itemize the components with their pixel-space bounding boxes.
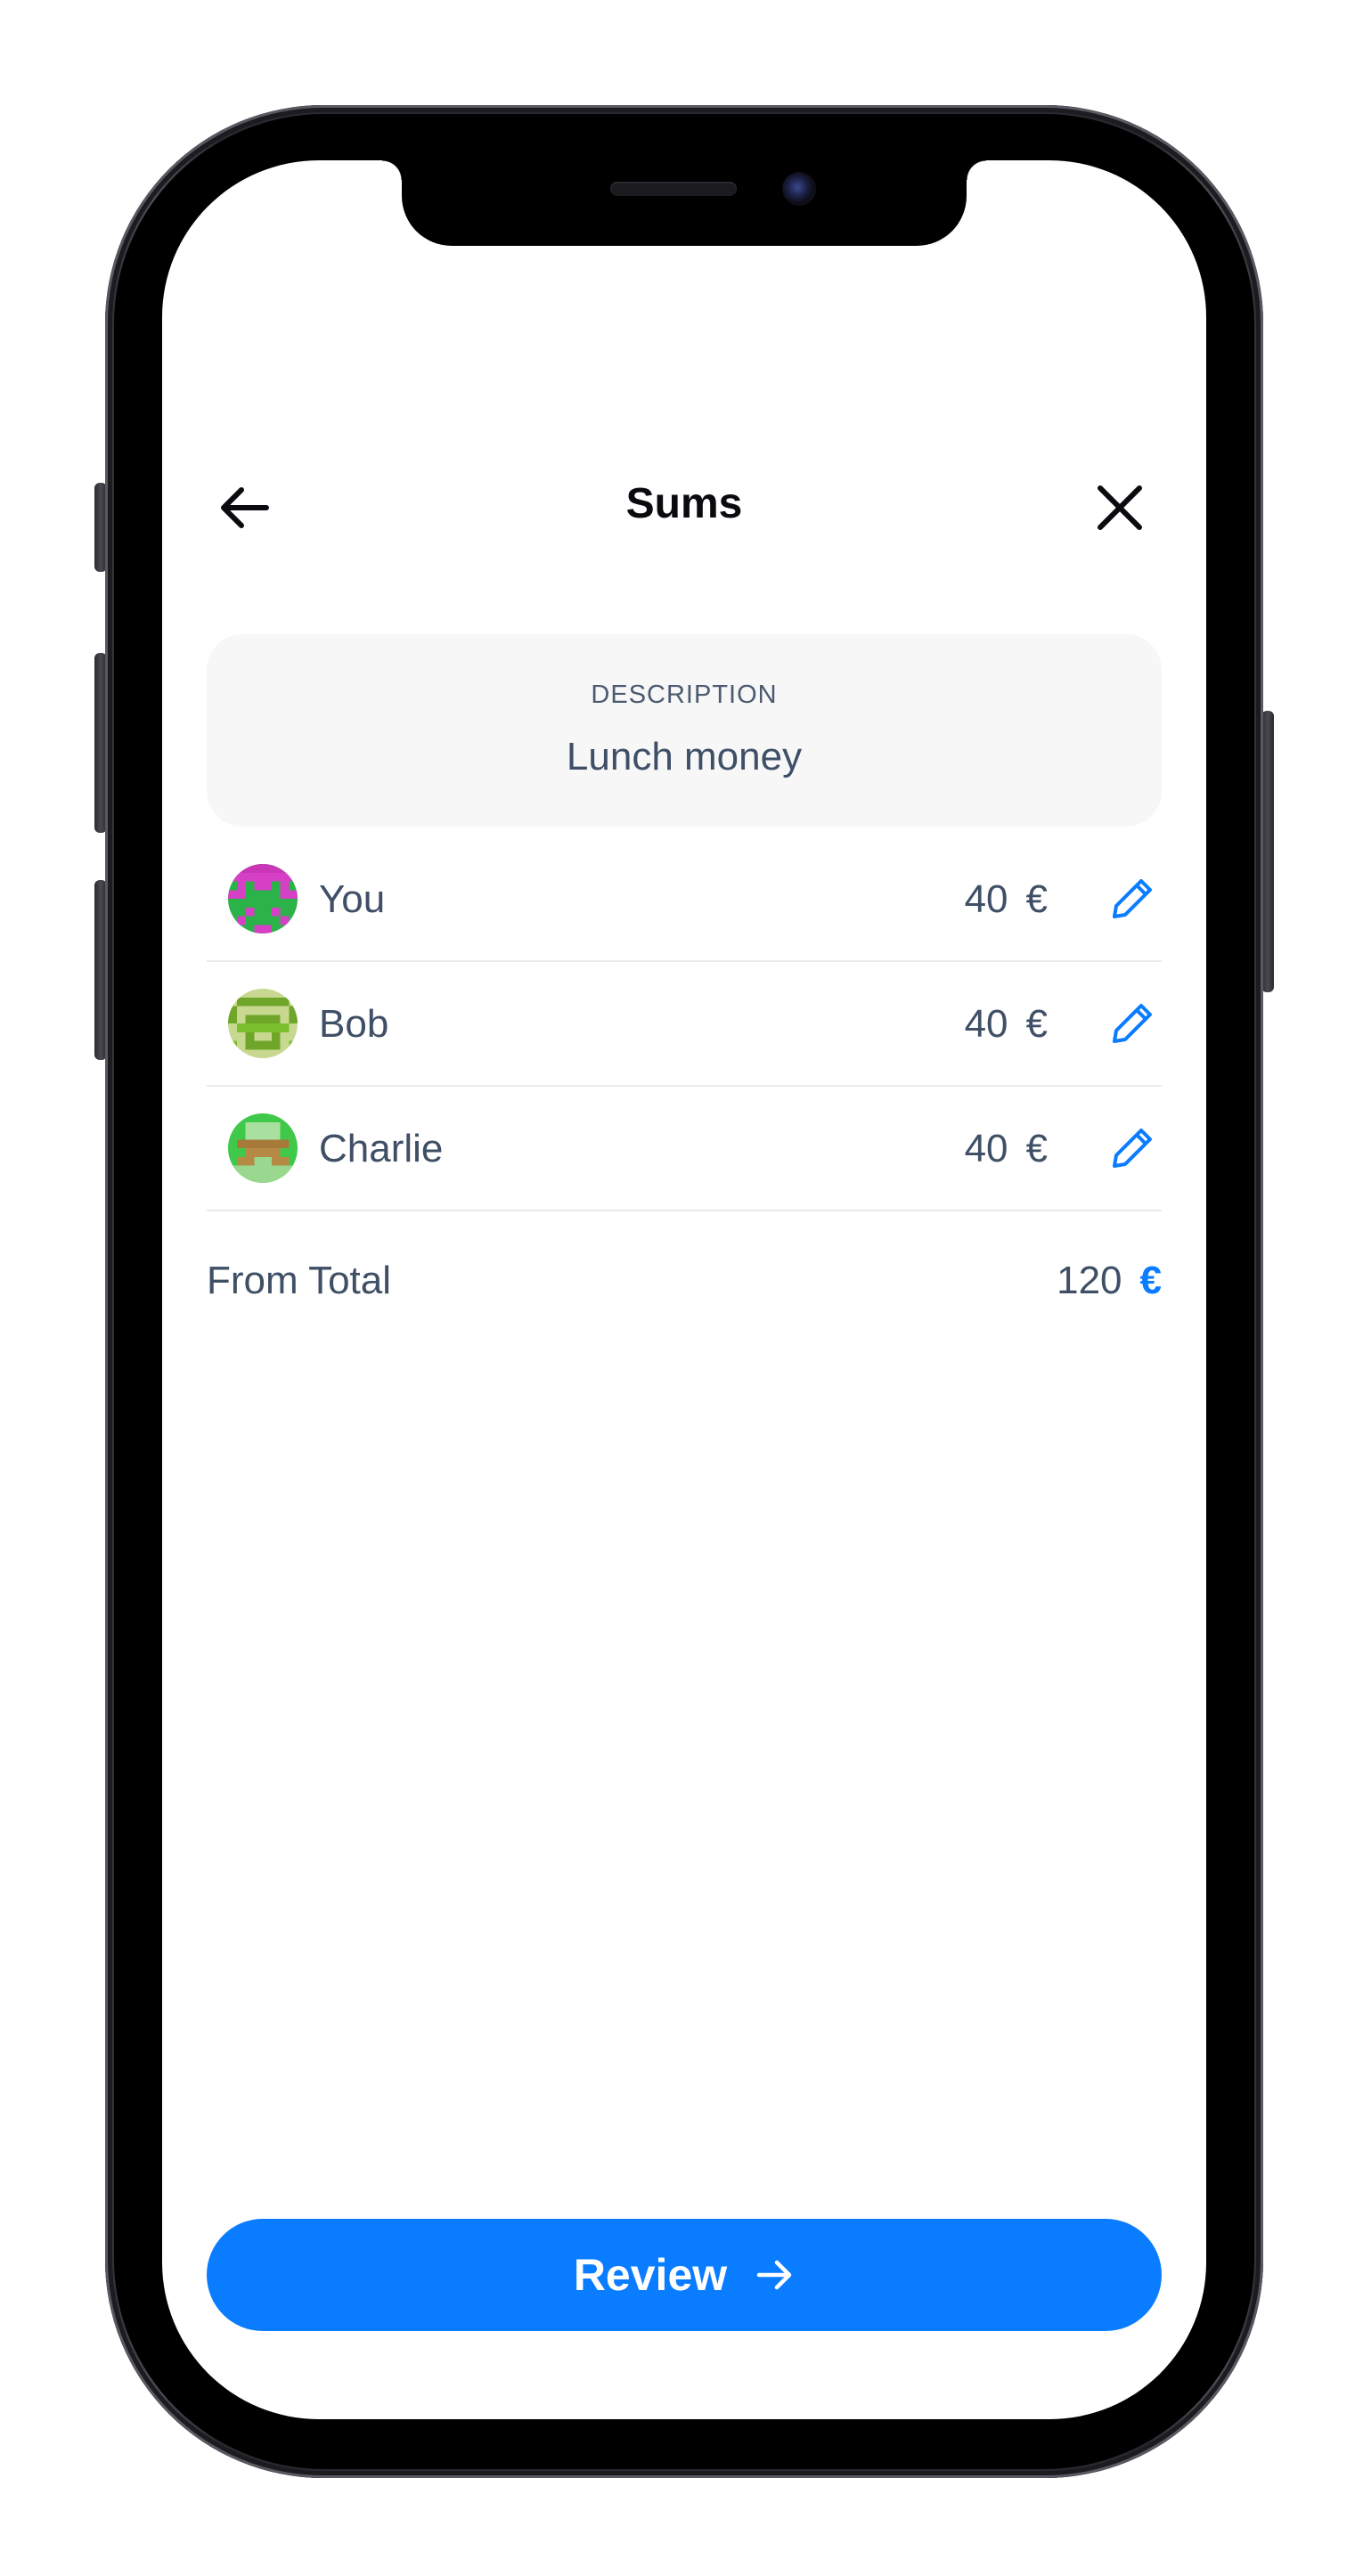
- participant-row: Charlie 40 €: [207, 1087, 1162, 1211]
- review-label: Review: [573, 2250, 728, 2300]
- participant-name: Bob: [319, 1002, 389, 1046]
- amount-value: 40: [964, 877, 1008, 921]
- header: Sums: [162, 428, 1206, 588]
- edit-amount-button[interactable]: [1103, 1119, 1162, 1178]
- avatar: [228, 1113, 298, 1183]
- review-button[interactable]: Review: [207, 2219, 1162, 2331]
- pencil-icon: [1113, 1004, 1152, 1043]
- close-icon: [1098, 485, 1142, 530]
- currency-symbol: €: [1025, 1127, 1048, 1170]
- close-button[interactable]: [1080, 468, 1160, 548]
- edit-amount-button[interactable]: [1103, 869, 1162, 928]
- description-label: DESCRIPTION: [591, 681, 778, 709]
- total-currency[interactable]: €: [1140, 1259, 1162, 1302]
- amount-value: 40: [964, 1127, 1008, 1170]
- arrow-right-icon: [754, 2254, 795, 2295]
- notch: [382, 160, 986, 246]
- front-camera: [782, 172, 816, 206]
- total-value: 120: [1057, 1259, 1122, 1302]
- total-row: From Total 120 €: [207, 1256, 1162, 1318]
- description-value: Lunch money: [566, 735, 803, 779]
- participant-amount[interactable]: 40 €: [965, 999, 1048, 1049]
- description-card[interactable]: DESCRIPTION Lunch money: [207, 634, 1162, 827]
- total-label: From Total: [207, 1259, 392, 1302]
- edit-amount-button[interactable]: [1103, 994, 1162, 1053]
- participant-list: You 40 € Bob 40 € Charlie 40 €: [207, 837, 1162, 1211]
- currency-symbol: €: [1025, 877, 1048, 921]
- page-title: Sums: [625, 480, 743, 527]
- phone-screen: Sums DESCRIPTION Lunch money You 40 € Bo…: [162, 160, 1206, 2419]
- participant-amount[interactable]: 40 €: [965, 1124, 1048, 1174]
- participant-name: Charlie: [319, 1127, 444, 1170]
- participant-amount[interactable]: 40 €: [965, 875, 1048, 925]
- participant-name: You: [319, 877, 386, 921]
- total-amount[interactable]: 120 €: [1057, 1256, 1162, 1306]
- amount-value: 40: [964, 1002, 1008, 1046]
- pencil-icon: [1113, 879, 1152, 918]
- avatar: [228, 864, 298, 933]
- earpiece-speaker: [610, 182, 737, 196]
- avatar: [228, 989, 298, 1058]
- participant-row: You 40 €: [207, 837, 1162, 962]
- pencil-icon: [1113, 1129, 1152, 1168]
- currency-symbol: €: [1025, 1002, 1048, 1046]
- power-button: [1261, 711, 1274, 992]
- participant-row: Bob 40 €: [207, 962, 1162, 1087]
- page: Sums DESCRIPTION Lunch money You 40 € Bo…: [0, 0, 1363, 2576]
